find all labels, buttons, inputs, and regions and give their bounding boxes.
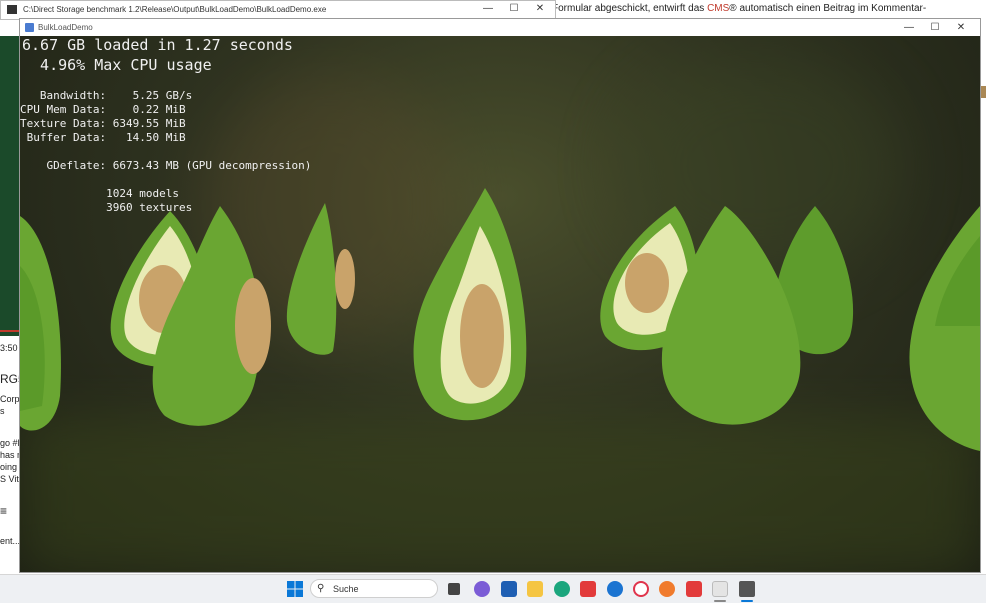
chat-icon[interactable]	[474, 581, 490, 597]
buffer-data-stat: Buffer Data: 14.50 MiB	[20, 131, 186, 144]
video-progress-bar	[0, 330, 20, 332]
sidebar-snip: ent...	[0, 536, 20, 546]
load-summary: 6.67 GB loaded in 1.27 seconds	[22, 36, 293, 54]
bulkloaddemo-window[interactable]: BulkLoadDemo — ☐ ✕ 6.67 GB loaded in 1.2…	[19, 18, 981, 573]
console-icon	[7, 5, 17, 14]
render-canvas[interactable]: 6.67 GB loaded in 1.27 seconds 4.96% Max…	[20, 36, 980, 572]
maximize-button[interactable]: ☐	[501, 3, 527, 14]
sidebar-snip: Corp	[0, 394, 20, 404]
maximize-button[interactable]: ☐	[922, 22, 948, 33]
avocado-model	[600, 206, 854, 425]
menu-icon: ≡	[0, 504, 8, 518]
search-icon: ⚲	[317, 583, 325, 594]
close-button[interactable]: ✕	[948, 22, 974, 33]
gdeflate-stat: GDeflate: 6673.43 MB (GPU decompression)	[20, 159, 312, 172]
sidebar-snip: has n	[0, 450, 20, 460]
video-time: 3:50 /	[0, 343, 20, 353]
article-text: ® automatisch einen Beitrag im Kommentar…	[729, 3, 927, 14]
background-article-line-1: Formular abgeschickt, entwirft das CMS® …	[552, 3, 926, 14]
app-pinned-icon[interactable]	[712, 581, 728, 597]
models-count: 1024 models	[20, 187, 179, 200]
sidebar-snip: s	[0, 406, 5, 416]
vivaldi-icon[interactable]	[580, 581, 596, 597]
cpu-mem-stat: CPU Mem Data: 0.22 MiB	[20, 103, 186, 116]
avocado-model	[20, 216, 61, 431]
windows-start-icon[interactable]	[287, 581, 303, 597]
opera-icon[interactable]	[633, 581, 649, 597]
close-button[interactable]: ✕	[527, 3, 553, 14]
cms-link[interactable]: CMS	[707, 3, 729, 14]
store-icon[interactable]	[501, 581, 517, 597]
vivaldi-icon-2[interactable]	[686, 581, 702, 597]
taskbar-search[interactable]: ⚲ Suche	[310, 579, 438, 598]
firefox-icon[interactable]	[659, 581, 675, 597]
avocado-model	[110, 206, 271, 426]
task-view-icon[interactable]	[448, 583, 460, 595]
taskbar: ⚲ Suche	[0, 574, 986, 603]
bandwidth-stat: Bandwidth: 5.25 GB/s	[20, 89, 193, 102]
folder-icon[interactable]	[527, 581, 543, 597]
avocado-model	[413, 188, 527, 421]
textures-count: 3960 textures	[20, 201, 193, 214]
cpu-usage: 4.96% Max CPU usage	[22, 56, 212, 74]
edge-icon[interactable]	[554, 581, 570, 597]
avocado-model	[286, 203, 355, 355]
article-text: Formular abgeschickt, entwirft das	[552, 3, 708, 14]
window-titlebar[interactable]: BulkLoadDemo — ☐ ✕	[20, 19, 980, 36]
display-icon[interactable]	[739, 581, 755, 597]
sidebar-snip: S Vita	[0, 474, 20, 484]
search-placeholder: Suche	[333, 584, 359, 594]
minimize-button[interactable]: —	[896, 22, 922, 33]
sidebar-snip: RG5(	[0, 372, 20, 386]
background-video-thumbnail	[0, 36, 20, 336]
app-icon	[25, 23, 34, 32]
window-title: BulkLoadDemo	[38, 23, 93, 32]
sidebar-snip: oing to	[0, 462, 20, 472]
app-blue-icon[interactable]	[607, 581, 623, 597]
console-window-title: C:\Direct Storage benchmark 1.2\Release\…	[23, 5, 327, 14]
console-window[interactable]: C:\Direct Storage benchmark 1.2\Release\…	[0, 0, 556, 20]
avocado-model	[909, 206, 980, 451]
texture-data-stat: Texture Data: 6349.55 MiB	[20, 117, 186, 130]
sidebar-snip: go #R	[0, 438, 20, 448]
minimize-button[interactable]: —	[475, 3, 501, 14]
